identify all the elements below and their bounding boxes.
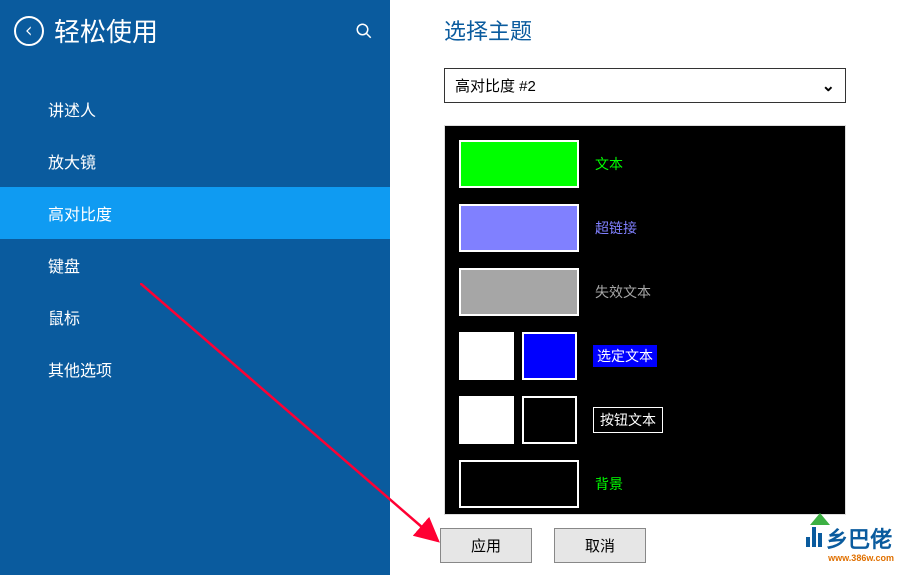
main-panel: 选择主题 高对比度 #2 ⌄ 文本 超链接 失效文本 选定文本 按钮文本: [390, 0, 900, 575]
preview-label-background: 背景: [595, 474, 623, 494]
preview-label-disabled: 失效文本: [595, 282, 651, 302]
watermark: 乡巴佬 www.386w.com: [806, 522, 894, 563]
sidebar-title: 轻松使用: [54, 12, 342, 49]
swatch-link-color[interactable]: [459, 204, 579, 252]
preview-label-selected: 选定文本: [593, 345, 657, 367]
preview-row-button: 按钮文本: [459, 396, 831, 444]
sidebar-item-keyboard[interactable]: 键盘: [0, 239, 390, 291]
back-button[interactable]: [14, 16, 44, 46]
preview-row-link: 超链接: [459, 204, 831, 252]
preview-row-disabled: 失效文本: [459, 268, 831, 316]
swatch-selected-bg[interactable]: [522, 332, 577, 380]
swatch-text-color[interactable]: [459, 140, 579, 188]
sidebar-item-narrator[interactable]: 讲述人: [0, 83, 390, 135]
sidebar-item-high-contrast[interactable]: 高对比度: [0, 187, 390, 239]
swatch-button-bg[interactable]: [522, 396, 577, 444]
sidebar-item-magnifier[interactable]: 放大镜: [0, 135, 390, 187]
preview-row-background: 背景: [459, 460, 831, 508]
theme-preview-panel: 文本 超链接 失效文本 选定文本 按钮文本 背景: [444, 125, 846, 515]
watermark-text: 乡巴佬: [826, 527, 892, 552]
watermark-url: www.386w.com: [828, 554, 894, 563]
sidebar-item-other[interactable]: 其他选项: [0, 343, 390, 395]
swatch-button-fg[interactable]: [459, 396, 514, 444]
cancel-button[interactable]: 取消: [554, 528, 646, 563]
watermark-logo-icon: [806, 527, 822, 547]
theme-dropdown[interactable]: 高对比度 #2 ⌄: [444, 68, 846, 103]
back-arrow-icon: [22, 24, 36, 38]
preview-label-button: 按钮文本: [593, 407, 663, 433]
swatch-background-color[interactable]: [459, 460, 579, 508]
sidebar-item-mouse[interactable]: 鼠标: [0, 291, 390, 343]
preview-label-link: 超链接: [595, 218, 637, 238]
apply-button[interactable]: 应用: [440, 528, 532, 563]
sidebar-nav: 讲述人 放大镜 高对比度 键盘 鼠标 其他选项: [0, 83, 390, 395]
theme-dropdown-value: 高对比度 #2: [455, 75, 536, 96]
settings-sidebar: 轻松使用 讲述人 放大镜 高对比度 键盘 鼠标 其他选项: [0, 0, 390, 575]
chevron-down-icon: ⌄: [822, 76, 835, 96]
page-title: 选择主题: [390, 0, 900, 60]
action-buttons: 应用 取消: [440, 528, 646, 563]
preview-label-text: 文本: [595, 154, 623, 174]
search-icon: [355, 22, 373, 40]
sidebar-header: 轻松使用: [0, 0, 390, 59]
swatch-disabled-color[interactable]: [459, 268, 579, 316]
search-button[interactable]: [352, 19, 376, 43]
swatch-selected-fg[interactable]: [459, 332, 514, 380]
preview-row-selected: 选定文本: [459, 332, 831, 380]
preview-row-text: 文本: [459, 140, 831, 188]
